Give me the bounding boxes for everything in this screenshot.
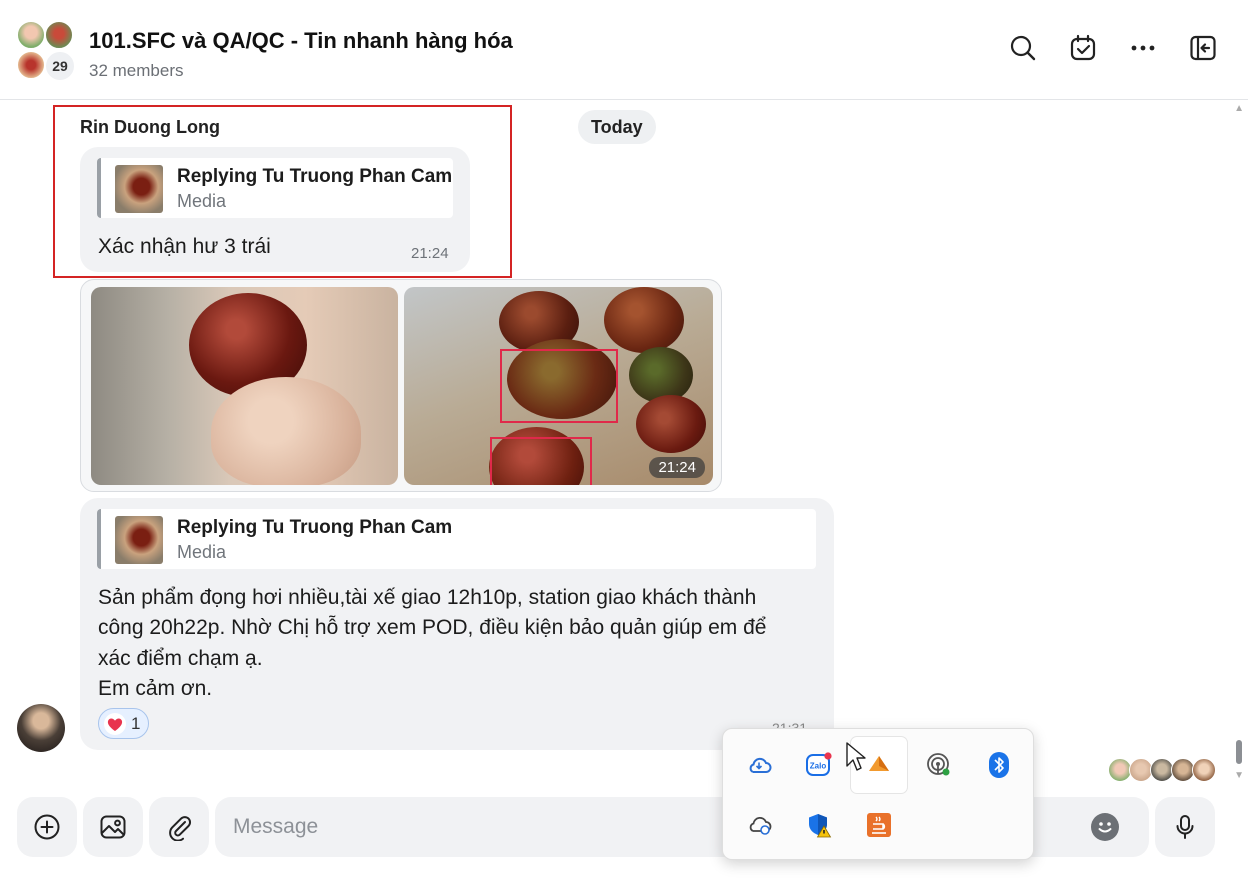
photo-thumbnail[interactable]: 21:24 [404,287,713,485]
message-line: công 20h22p. Nhờ Chị hỗ trợ xem POD, điề… [98,616,767,639]
reaction-count: 1 [131,713,141,733]
reply-subtitle: Media [177,191,227,211]
media-message[interactable]: 21:24 [80,279,722,492]
member-count[interactable]: 32 members [89,61,183,81]
tomato-shape [636,395,706,453]
member-avatar [16,20,46,50]
voice-button[interactable] [1155,797,1215,857]
image-icon [100,815,126,839]
toggle-sidebar-button[interactable] [1187,32,1219,64]
message-time: 21:24 [411,245,449,262]
seen-avatar [1192,758,1216,782]
scroll-down-arrow[interactable]: ▼ [1234,770,1244,781]
reaction-badge[interactable]: 1 [98,708,150,739]
heart-icon [104,712,126,735]
wifi-icon [927,753,950,776]
more-dots-icon [1131,45,1155,51]
zalo-icon: Zalo [806,752,832,776]
message-text: Xác nhận hư 3 trái [98,235,271,258]
attach-button[interactable] [149,797,209,857]
tray-item-onedrive[interactable] [731,737,787,793]
message-line: Em cảm ơn. [98,677,213,700]
annotation-box [490,437,592,485]
search-button[interactable] [1007,32,1039,64]
tray-item-zalo[interactable]: Zalo [791,737,847,793]
app-orange-icon [869,756,889,771]
tasks-button[interactable] [1067,32,1099,64]
system-tray-overflow: Zalo [722,728,1034,860]
chat-title[interactable]: 101.SFC và QA/QC - Tin nhanh hàng hóa [89,28,513,54]
reply-quote[interactable]: Replying Tu Truong Phan Cam Media [97,158,453,218]
more-button[interactable] [1127,32,1159,64]
tomato-shape [604,287,684,353]
sender-name[interactable]: Rin Duong Long [80,117,220,138]
seen-avatars[interactable] [1108,758,1216,782]
onedrive-icon [749,757,772,773]
security-warning-icon [809,814,832,838]
member-avatar [16,50,46,80]
reply-thumbnail [115,516,163,564]
scrollbar-thumb[interactable] [1236,740,1242,764]
microphone-icon [1176,815,1194,839]
paperclip-icon [169,816,192,841]
sender-avatar[interactable] [17,704,65,752]
media-time: 21:24 [649,457,705,478]
image-button[interactable] [83,797,143,857]
tomato-shape [629,347,693,403]
reply-subtitle: Media [177,542,227,562]
search-icon [1010,35,1036,61]
reply-title: Replying Tu Truong Phan Cam [177,517,453,538]
group-avatar[interactable]: 29 [16,20,78,82]
bluetooth-icon [989,752,1009,778]
svg-text:Zalo: Zalo [810,762,827,771]
photo-thumbnail[interactable] [91,287,398,485]
message-line: Sản phẩm đọng hơi nhiều,tài xế giao 12h1… [98,586,757,609]
tray-item-network[interactable] [911,737,967,793]
scroll-up-arrow[interactable]: ▲ [1234,103,1244,114]
add-button[interactable] [17,797,77,857]
cloud-sync-icon [749,816,772,835]
chat-header: 29 101.SFC và QA/QC - Tin nhanh hàng hóa… [0,0,1248,100]
message-bubble[interactable]: Replying Tu Truong Phan Cam Media Xác nh… [80,147,470,272]
member-count-badge: 29 [44,50,76,82]
message-line: xác điểm chạm ạ. [98,647,263,670]
date-separator: Today [578,110,656,144]
java-icon [867,813,891,837]
tray-item-java[interactable] [851,797,907,853]
panel-collapse-icon [1190,35,1216,61]
emoji-button[interactable] [1091,813,1119,841]
reply-title: Replying Tu Truong Phan Cam [177,166,453,187]
mouse-cursor-icon [846,742,866,771]
hand-shape [211,377,361,485]
calendar-check-icon [1070,34,1096,61]
tray-item-bluetooth[interactable] [971,737,1027,793]
plus-circle-icon [34,814,60,840]
member-avatar [44,20,74,50]
emoji-icon [1098,822,1112,833]
tray-item-security[interactable] [791,797,847,853]
message-bubble[interactable]: Replying Tu Truong Phan Cam Media Sản ph… [80,498,834,750]
annotation-box [500,349,618,423]
tray-item-cloud-sync[interactable] [731,797,787,853]
reply-quote[interactable]: Replying Tu Truong Phan Cam Media [97,509,816,569]
reply-thumbnail [115,165,163,213]
